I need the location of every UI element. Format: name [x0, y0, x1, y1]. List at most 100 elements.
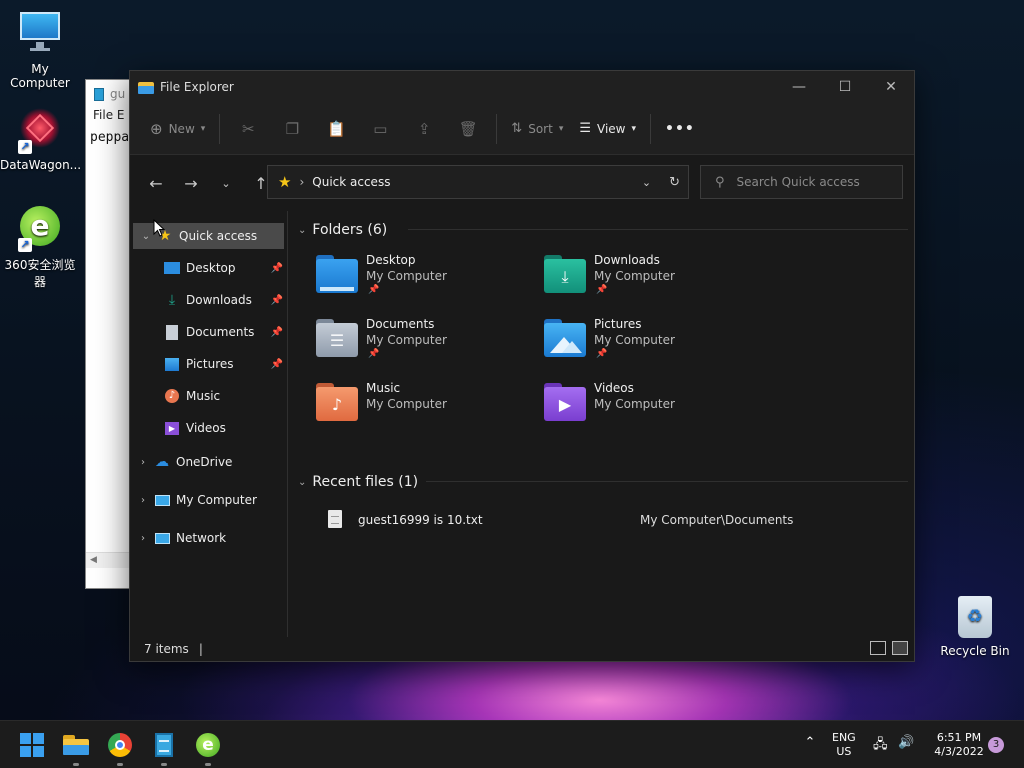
- background-notepad-window[interactable]: gu File E peppa ◀: [85, 79, 135, 589]
- chevron-down-icon[interactable]: ⌄: [139, 231, 153, 242]
- folder-tile-music[interactable]: ♪ Music My Computer: [298, 375, 518, 433]
- address-history-chevron-icon[interactable]: ⌄: [642, 176, 651, 189]
- document-icon: [164, 324, 180, 340]
- 360-browser-icon: e: [196, 733, 220, 757]
- network-icon: [154, 530, 170, 546]
- windows-logo-icon: [20, 733, 44, 757]
- text-file-icon: [328, 510, 342, 528]
- desktop-icon-recycle-bin[interactable]: Recycle Bin: [940, 596, 1010, 658]
- video-icon: ▶: [164, 420, 180, 436]
- pin-icon: 📌: [596, 285, 608, 295]
- show-hidden-icons-button[interactable]: ⌃: [800, 735, 820, 755]
- breadcrumb-chevron-icon: ›: [299, 175, 305, 189]
- sidebar-item-desktop[interactable]: Desktop 📌: [130, 255, 287, 281]
- recent-locations-button[interactable]: ⌄: [210, 167, 242, 199]
- cursor-arrow-icon: [153, 218, 166, 237]
- sidebar-item-network[interactable]: › Network: [130, 525, 287, 551]
- search-input[interactable]: [736, 175, 887, 189]
- clipboard-icon: 📋: [326, 119, 346, 138]
- see-more-button[interactable]: •••: [657, 113, 703, 145]
- start-button[interactable]: [16, 729, 48, 761]
- minimize-button[interactable]: —: [776, 71, 822, 103]
- cut-button[interactable]: ✂: [232, 113, 264, 145]
- notification-badge[interactable]: 3: [988, 737, 1004, 753]
- sidebar-item-music[interactable]: ♪ Music: [130, 383, 287, 409]
- sort-button[interactable]: ⇅ Sort ▾: [503, 113, 571, 145]
- input-language-indicator[interactable]: ENG US: [832, 731, 856, 759]
- chevron-right-icon[interactable]: ›: [136, 533, 150, 544]
- forward-button[interactable]: →: [175, 167, 207, 199]
- pictures-folder-icon: [544, 319, 586, 357]
- running-indicator: [73, 763, 79, 766]
- recent-file-row[interactable]: guest16999 is 10.txt My Computer\Documen…: [298, 505, 914, 535]
- notepad-titlebar: gu: [86, 80, 134, 108]
- copy-icon: ❐: [285, 119, 300, 138]
- desktop-icon-my-computer[interactable]: My Computer: [0, 10, 80, 90]
- volume-icon[interactable]: 🔊: [898, 735, 916, 753]
- refresh-icon[interactable]: ↻: [669, 175, 680, 190]
- delete-button[interactable]: 🗑: [452, 113, 484, 145]
- chevron-right-icon[interactable]: ›: [136, 457, 150, 468]
- breadcrumb-quick-access[interactable]: Quick access: [312, 175, 390, 189]
- sidebar-item-onedrive[interactable]: › ☁ OneDrive: [130, 449, 287, 475]
- folder-tile-videos[interactable]: ▶ Videos My Computer: [526, 375, 746, 433]
- plus-circle-icon: ⊕: [150, 119, 163, 138]
- folder-tile-downloads[interactable]: ⤓ Downloads My Computer 📌: [526, 247, 746, 305]
- explorer-titlebar[interactable]: File Explorer — ☐ ✕: [130, 71, 914, 103]
- large-icons-view-icon[interactable]: [892, 641, 908, 655]
- document-lines-icon: ☰: [329, 331, 345, 350]
- desktop-icon-360-browser[interactable]: e ↗ 360安全浏览器: [0, 204, 80, 290]
- music-folder-icon: ♪: [316, 383, 358, 421]
- download-arrow-icon: ⤓: [168, 292, 176, 308]
- taskbar-360-browser[interactable]: e: [192, 729, 224, 766]
- sidebar-item-downloads[interactable]: ⤓ Downloads 📌: [130, 287, 287, 313]
- chevron-down-icon[interactable]: ⌄: [298, 225, 306, 236]
- address-bar[interactable]: ★ › Quick access ⌄ ↻: [267, 165, 689, 199]
- chevron-down-icon: ▾: [558, 123, 564, 134]
- videos-folder-icon: ▶: [544, 383, 586, 421]
- sidebar-item-documents[interactable]: Documents 📌: [130, 319, 287, 345]
- chevron-down-icon[interactable]: ⌄: [298, 477, 306, 488]
- search-box[interactable]: ⚲: [700, 165, 903, 199]
- chevron-down-icon: ▾: [200, 123, 206, 134]
- new-button[interactable]: ⊕ New ▾: [142, 113, 213, 145]
- folder-tile-pictures[interactable]: Pictures My Computer 📌: [526, 311, 746, 369]
- taskbar-notepad[interactable]: [148, 729, 180, 766]
- folders-section-header[interactable]: ⌄ Folders (6): [298, 215, 914, 245]
- running-indicator: [161, 763, 167, 766]
- 360-browser-icon: e ↗: [16, 204, 64, 252]
- taskbar-file-explorer[interactable]: [60, 729, 92, 766]
- desktop-icon-label: Recycle Bin: [940, 644, 1010, 658]
- back-button[interactable]: ←: [140, 167, 172, 199]
- share-button[interactable]: ⇪: [408, 113, 440, 145]
- chevron-right-icon[interactable]: ›: [136, 495, 150, 506]
- scroll-left-icon[interactable]: ◀: [90, 555, 97, 565]
- sidebar-item-videos[interactable]: ▶ Videos: [130, 415, 287, 441]
- download-arrow-icon: ⤓: [561, 267, 569, 286]
- view-button[interactable]: ☰ View ▾: [571, 113, 644, 145]
- sidebar-item-my-computer[interactable]: › My Computer: [130, 487, 287, 513]
- notepad-content[interactable]: peppa: [86, 126, 134, 149]
- toolbar-divider: [219, 113, 221, 144]
- recent-files-section-header[interactable]: ⌄ Recent files (1): [298, 467, 914, 497]
- view-list-icon: ☰: [579, 121, 591, 136]
- notepad-menu[interactable]: File E: [86, 108, 134, 126]
- folder-tile-desktop[interactable]: Desktop My Computer 📌: [298, 247, 518, 305]
- taskbar-chrome[interactable]: [104, 729, 136, 766]
- network-status-icon[interactable]: 🖧: [873, 735, 891, 753]
- clock[interactable]: 6:51 PM 4/3/2022: [930, 731, 988, 759]
- sidebar-item-pictures[interactable]: Pictures 📌: [130, 351, 287, 377]
- copy-button[interactable]: ❐: [276, 113, 308, 145]
- close-button[interactable]: ✕: [868, 71, 914, 103]
- details-view-icon[interactable]: [870, 641, 886, 655]
- paste-button[interactable]: 📋: [320, 113, 352, 145]
- cloud-icon: ☁: [155, 454, 169, 470]
- share-icon: ⇪: [418, 119, 431, 138]
- pin-icon: 📌: [368, 285, 380, 295]
- recycle-bin-icon: [958, 596, 992, 638]
- desktop-icon-datawagon[interactable]: ↗ DataWagon...: [0, 106, 81, 172]
- maximize-button[interactable]: ☐: [822, 71, 868, 103]
- notepad-h-scrollbar[interactable]: ◀: [86, 552, 134, 568]
- folder-tile-documents[interactable]: ☰ Documents My Computer 📌: [298, 311, 518, 369]
- rename-button[interactable]: ▭: [364, 113, 396, 145]
